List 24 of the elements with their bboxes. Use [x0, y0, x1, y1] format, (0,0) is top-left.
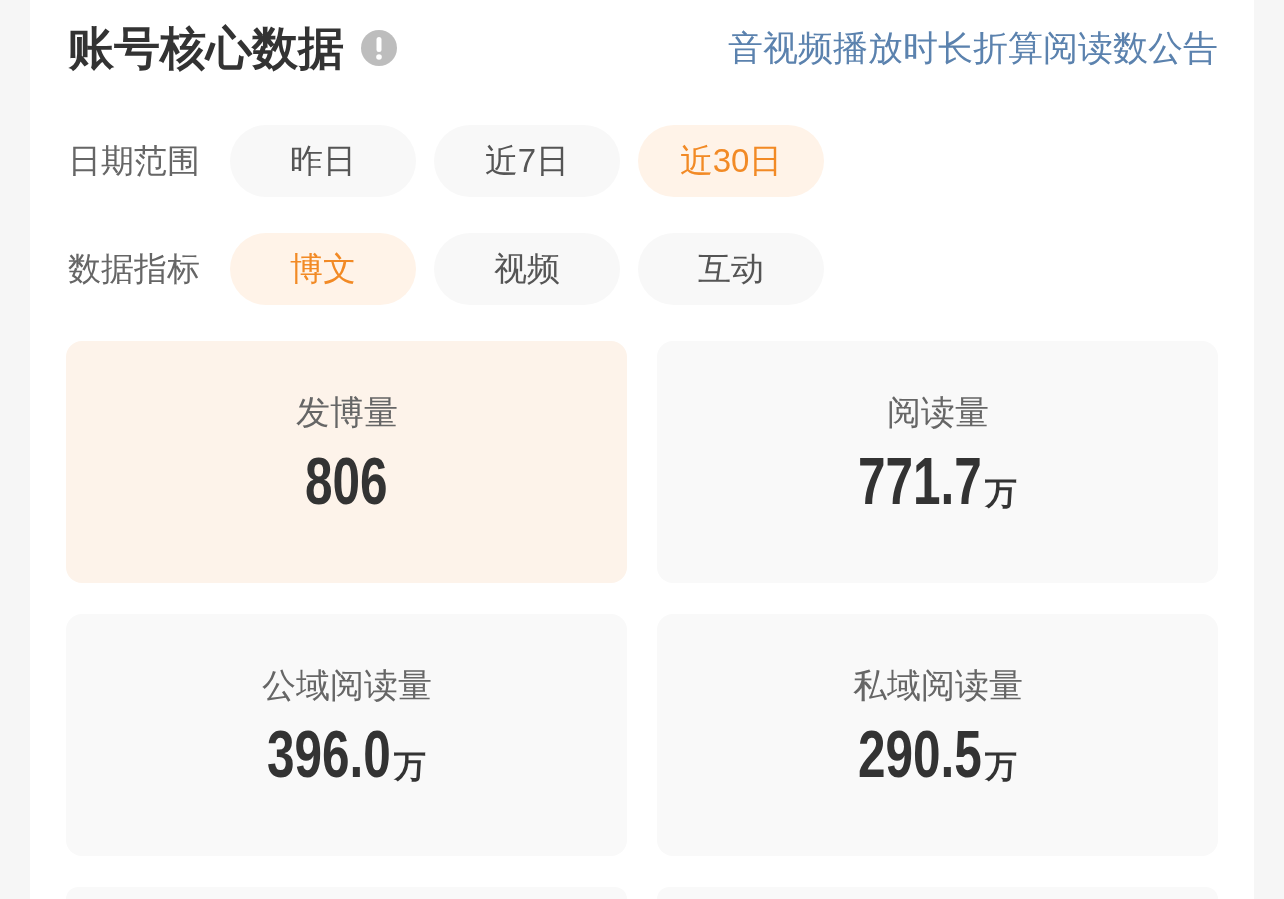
filter-option[interactable]: 视频 [434, 233, 620, 305]
stat-card[interactable]: 阅读量 771.7万 [657, 341, 1218, 583]
announcement-link[interactable]: 音视频播放时长折算阅读数公告 [728, 23, 1218, 73]
filter-option[interactable]: 昨日 [230, 125, 416, 197]
stat-label: 公域阅读量 [261, 665, 432, 706]
stat-label: 阅读量 [886, 392, 989, 433]
stat-card[interactable]: 发博量 806 [66, 341, 627, 583]
filter-option[interactable]: 互动 [638, 233, 824, 305]
filter-option[interactable]: 近7日 [434, 125, 620, 197]
stat-label: 私域阅读量 [852, 665, 1023, 706]
stat-unit: 万 [985, 747, 1018, 786]
stat-value: 290.5 [857, 716, 982, 792]
stat-value: 771.7 [857, 443, 982, 519]
stat-unit: 万 [985, 474, 1018, 513]
stat-card[interactable]: 公域阅读量 396.0万 [66, 614, 627, 856]
stat-unit: 万 [394, 747, 427, 786]
stat-card[interactable]: 私域阅读量 290.5万 [657, 614, 1218, 856]
section-title: 账号核心数据 [67, 21, 344, 76]
stat-value: 806 [305, 443, 388, 519]
stat-label: 发博量 [295, 392, 398, 433]
filter-label: 日期范围 [67, 140, 201, 181]
info-icon[interactable] [361, 30, 397, 66]
stat-value: 396.0 [266, 716, 391, 792]
filter-label: 数据指标 [67, 248, 201, 289]
